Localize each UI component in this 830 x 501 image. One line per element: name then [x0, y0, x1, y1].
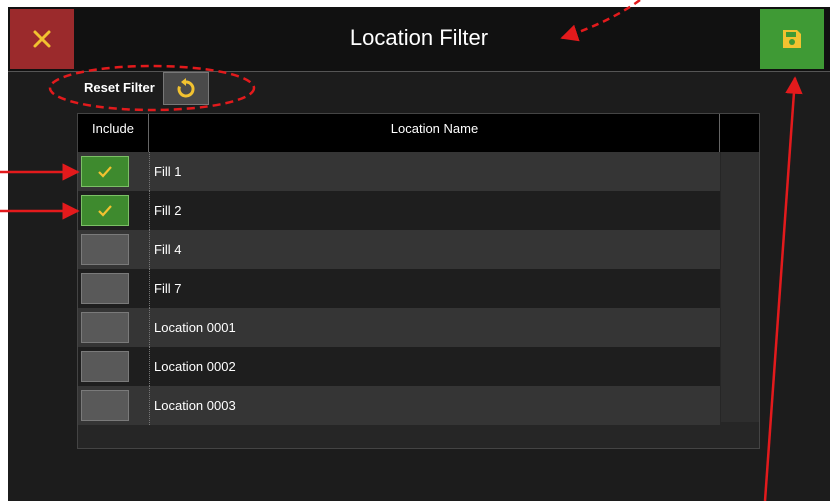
location-name-cell: Location 0002	[149, 347, 236, 386]
scrollbar-track[interactable]	[721, 152, 759, 422]
include-checkbox[interactable]	[81, 156, 129, 187]
location-name-cell: Fill 1	[149, 152, 181, 191]
table-row: Fill 1	[78, 152, 720, 191]
reset-filter-button[interactable]	[163, 72, 209, 105]
table-row: Fill 4	[78, 230, 720, 269]
table-header: Include Location Name	[78, 114, 759, 152]
reset-filter-label: Reset Filter	[84, 80, 155, 95]
location-table: Include Location Name Fill 1 Fill 2 Fill 4…	[77, 113, 760, 449]
save-button[interactable]	[760, 9, 824, 69]
floppy-save-icon	[783, 30, 801, 48]
table-row: Location 0002	[78, 347, 720, 386]
table-row: Fill 2	[78, 191, 720, 230]
include-checkbox[interactable]	[81, 273, 129, 304]
rotate-reset-icon	[177, 77, 195, 97]
table-row: Location 0001	[78, 308, 720, 347]
checkmark-icon	[98, 165, 112, 178]
header-bar: Location Filter	[8, 7, 830, 72]
location-name-cell: Location 0001	[149, 308, 236, 347]
toolbar: Reset Filter	[8, 72, 830, 107]
page-title: Location Filter	[349, 25, 489, 50]
location-name-cell: Fill 7	[149, 269, 181, 308]
include-checkbox[interactable]	[81, 390, 129, 421]
include-checkbox[interactable]	[81, 351, 129, 382]
include-checkbox[interactable]	[81, 312, 129, 343]
location-filter-screen: Location Filter Reset Filter Include Loc…	[8, 7, 830, 501]
location-name-cell: Location 0003	[149, 386, 236, 425]
include-checkbox[interactable]	[81, 195, 129, 226]
location-name-cell: Fill 4	[149, 230, 181, 269]
checkmark-icon	[98, 204, 112, 217]
column-header-include: Include	[78, 114, 149, 152]
location-name-cell: Fill 2	[149, 191, 181, 230]
include-checkbox[interactable]	[81, 234, 129, 265]
column-header-location-name: Location Name	[150, 114, 720, 152]
column-header-blank	[721, 114, 759, 152]
table-row: Fill 7	[78, 269, 720, 308]
table-row: Location 0003	[78, 386, 720, 425]
